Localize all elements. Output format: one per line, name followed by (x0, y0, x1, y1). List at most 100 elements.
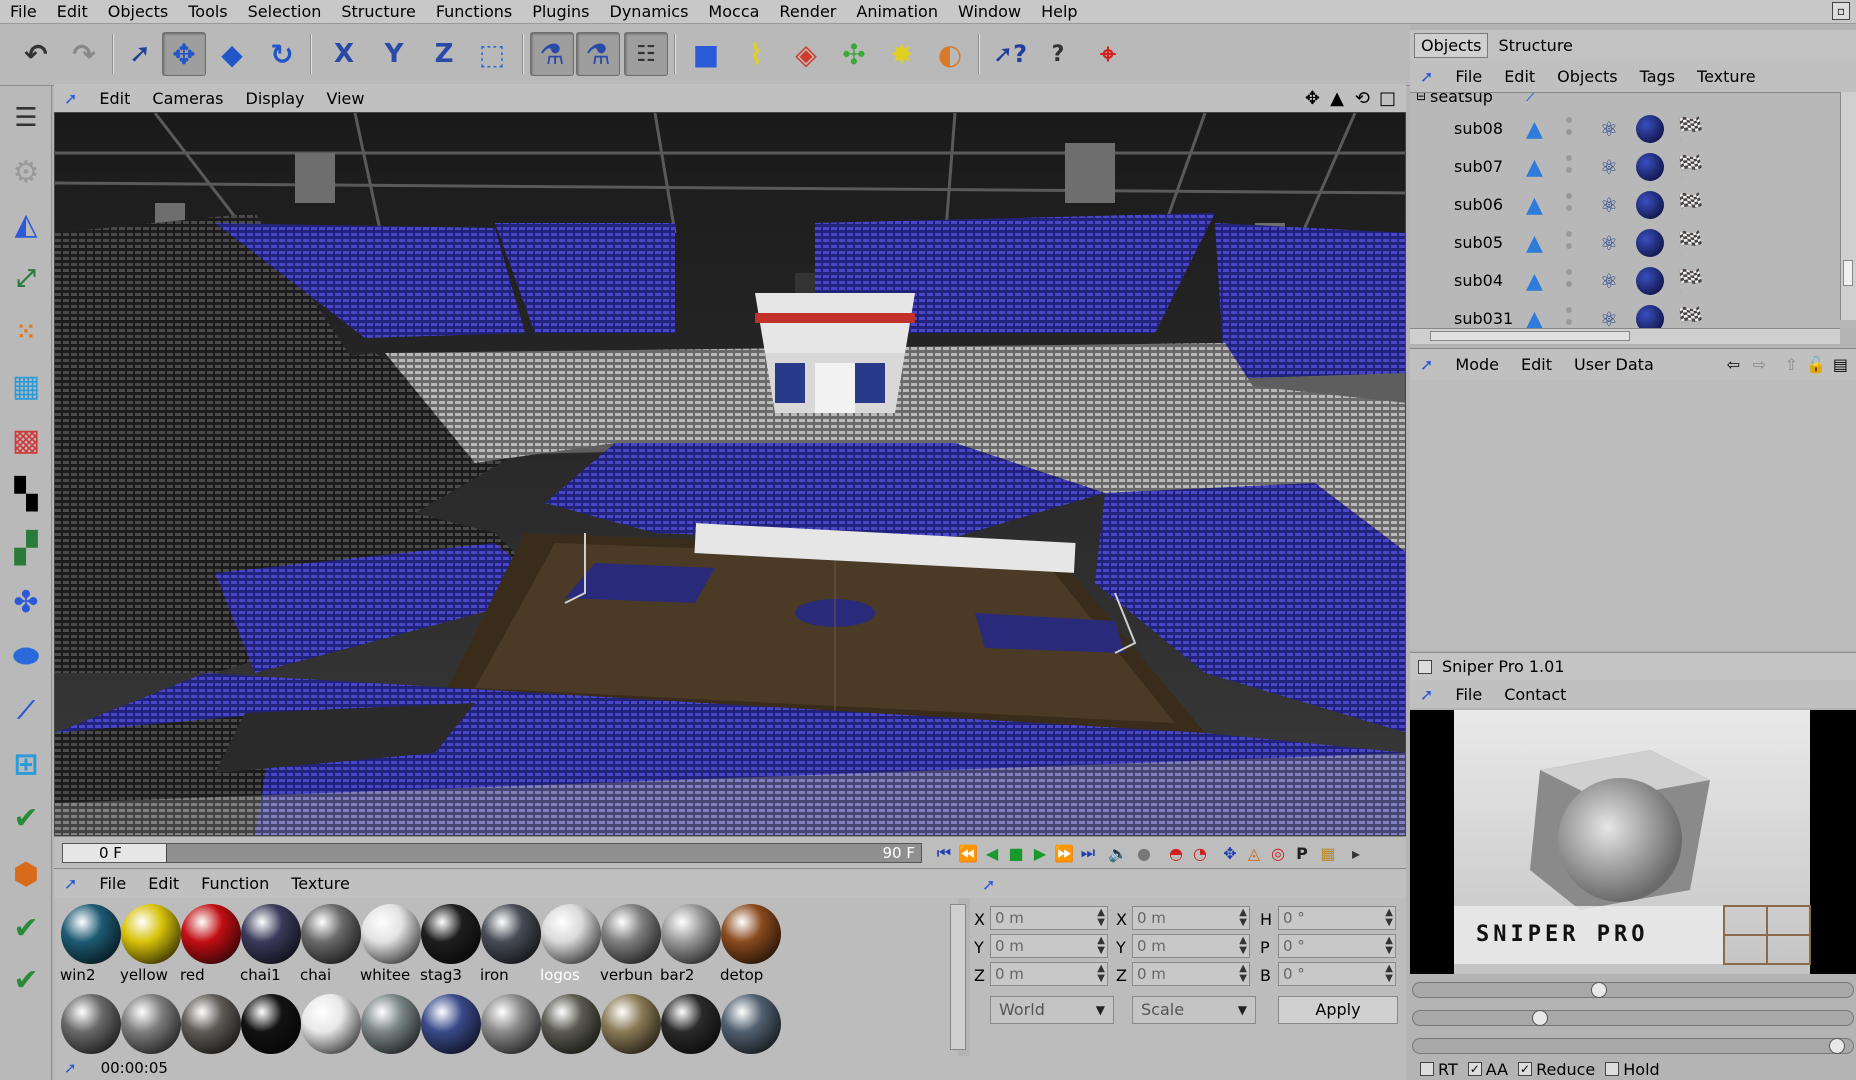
size-x-field[interactable]: 0 m ▲ ▼ (1132, 906, 1250, 930)
object-list-hscroll[interactable] (1410, 328, 1840, 344)
inverse-kinematics-icon[interactable]: ⟋ (4, 688, 48, 732)
sound-icon[interactable]: 🔊 (1106, 841, 1130, 865)
viewport-menu-edit[interactable]: Edit (99, 89, 130, 108)
list-item[interactable]: sub05 ▲ ⚛ 🏁 (1410, 225, 1840, 263)
visibility-dots-icon[interactable] (1566, 193, 1572, 217)
goto-start-icon[interactable]: ⏮ (932, 841, 956, 865)
panel-menu-icon[interactable]: ➚ (1420, 685, 1433, 704)
lock-icon[interactable]: 🔓 (1806, 355, 1826, 374)
pan-view-icon[interactable]: ✥ (1305, 88, 1320, 109)
flag-tag-icon[interactable]: 🏁 (1676, 269, 1703, 294)
sniper-menu-file[interactable]: File (1455, 685, 1482, 704)
sniper-menu-contact[interactable]: Contact (1504, 685, 1566, 704)
object-list-vscroll[interactable] (1840, 92, 1856, 320)
forward-arrow-icon[interactable]: ⇨ (1753, 355, 1766, 374)
nurbs-icon[interactable]: ◈ (784, 32, 828, 76)
panel-checkbox[interactable] (1418, 659, 1432, 674)
texture-tag-icon[interactable] (1636, 229, 1664, 257)
play-backward-icon[interactable]: ◀ (980, 841, 1004, 865)
slider-knob[interactable] (1532, 1010, 1548, 1026)
objects-menu-edit[interactable]: Edit (1504, 67, 1535, 86)
material-tag-icon[interactable]: ⚛ (1600, 269, 1618, 293)
panel-menu-icon[interactable]: ➚ (982, 875, 995, 894)
rot-h-field[interactable]: 0 ° ▲ ▼ (1278, 906, 1396, 930)
play-forward-icon[interactable]: ▶ (1028, 841, 1052, 865)
material-menu-edit[interactable]: Edit (148, 874, 179, 893)
objects-menu-tags[interactable]: Tags (1640, 67, 1675, 86)
menu-selection[interactable]: Selection (238, 2, 332, 21)
viewport-menu-view[interactable]: View (327, 89, 365, 108)
tab-structure[interactable]: Structure (1492, 34, 1578, 57)
material-menu-texture[interactable]: Texture (291, 874, 350, 893)
menu-structure[interactable]: Structure (331, 2, 425, 21)
viewport-menu-cameras[interactable]: Cameras (152, 89, 223, 108)
apply-button[interactable]: Apply (1278, 996, 1398, 1024)
material-tag-icon[interactable]: ⚛ (1600, 231, 1618, 255)
scene-object-icon[interactable]: ◐ (928, 32, 972, 76)
select-arrow-icon[interactable]: ➚ (118, 32, 162, 76)
rot-p-field[interactable]: 0 ° ▲ ▼ (1278, 934, 1396, 958)
material-tag-icon[interactable]: ⚛ (1600, 193, 1618, 217)
deformer-icon[interactable]: ✸ (880, 32, 924, 76)
locked-workplane-icon[interactable]: ✔ (4, 958, 48, 1002)
help-pointer-icon[interactable]: ➚? (988, 32, 1032, 76)
material-tag-icon[interactable]: ⚛ (1600, 155, 1618, 179)
workplane-icon[interactable]: ⊞ (4, 742, 48, 786)
3d-viewport[interactable] (54, 112, 1406, 836)
attributes-menu-mode[interactable]: Mode (1455, 355, 1499, 374)
list-item[interactable]: sub04 ▲ ⚛ 🏁 (1410, 263, 1840, 301)
panel-menu-icon[interactable]: ➚ (1420, 355, 1433, 374)
object-tool-icon[interactable]: ✤ (4, 580, 48, 624)
maximize-view-icon[interactable]: □ (1379, 88, 1396, 109)
menu-file[interactable]: File (0, 2, 47, 21)
point-level-icon[interactable]: ▦ (1316, 841, 1340, 865)
move-tool-icon[interactable]: ✥ (162, 32, 206, 76)
polygons-mode-icon[interactable]: ▩ (4, 418, 48, 462)
spline-icon[interactable]: ⌇ (734, 32, 778, 76)
pos-y-field[interactable]: 0 m ▲ ▼ (990, 934, 1108, 958)
size-y-field[interactable]: 0 m ▲ ▼ (1132, 934, 1250, 958)
texture-tag-icon[interactable] (1636, 153, 1664, 181)
material-menu-file[interactable]: File (99, 874, 126, 893)
goto-end-icon[interactable]: ⏭ (1076, 841, 1100, 865)
objects-menu-texture[interactable]: Texture (1697, 67, 1756, 86)
rotation-key-icon[interactable]: ◎ (1266, 841, 1290, 865)
menu-tools[interactable]: Tools (178, 2, 237, 21)
texture-tag-icon[interactable] (1636, 115, 1664, 143)
texture-axis-icon[interactable]: ▞ (4, 526, 48, 570)
x-axis-lock-icon[interactable]: X (322, 32, 366, 76)
visibility-dots-icon[interactable] (1566, 231, 1572, 255)
timeline-slider[interactable]: 0 F 90 F (62, 843, 922, 863)
restore-window-icon[interactable]: ▫ (1832, 2, 1850, 20)
material-swatch[interactable]: detop (716, 900, 786, 984)
sniper-slider-3[interactable] (1412, 1038, 1854, 1054)
scroll-thumb[interactable] (1843, 260, 1853, 286)
panel-menu-icon[interactable]: ➚ (64, 89, 77, 108)
rotate-tool-icon[interactable]: ↻ (260, 32, 304, 76)
reduce-checkbox[interactable]: ✓ (1518, 1062, 1533, 1076)
material-tag-icon[interactable]: ⚛ (1600, 117, 1618, 141)
target-icon[interactable]: ⌖ (1086, 32, 1130, 76)
edges-mode-icon[interactable]: ▦ (4, 364, 48, 408)
attributes-menu-user-data[interactable]: User Data (1574, 355, 1654, 374)
slider-knob[interactable] (1591, 982, 1607, 998)
menu-animation[interactable]: Animation (846, 2, 948, 21)
y-axis-lock-icon[interactable]: Y (372, 32, 416, 76)
menu-window[interactable]: Window (948, 2, 1031, 21)
viewport-menu-display[interactable]: Display (246, 89, 305, 108)
list-item[interactable]: sub08 ▲ ⚛ 🏁 (1410, 111, 1840, 149)
flag-tag-icon[interactable]: 🏁 (1676, 155, 1703, 180)
rot-b-field[interactable]: 0 ° ▲ ▼ (1278, 962, 1396, 986)
visibility-dots-icon[interactable] (1566, 117, 1572, 141)
sniper-slider-1[interactable] (1412, 982, 1854, 998)
texture-tag-icon[interactable] (1636, 305, 1664, 328)
position-key-icon[interactable]: ✥ (1218, 841, 1242, 865)
menu-help[interactable]: Help (1031, 2, 1087, 21)
redo-icon[interactable]: ↷ (62, 32, 106, 76)
rt-checkbox[interactable] (1420, 1062, 1434, 1076)
pos-z-field[interactable]: 0 m ▲ ▼ (990, 962, 1108, 986)
render-view-icon[interactable]: ⚗ (530, 32, 574, 76)
list-item[interactable]: sub07 ▲ ⚛ 🏁 (1410, 149, 1840, 187)
menu-plugins[interactable]: Plugins (522, 2, 599, 21)
model-mode-icon[interactable]: ◭ (4, 202, 48, 246)
